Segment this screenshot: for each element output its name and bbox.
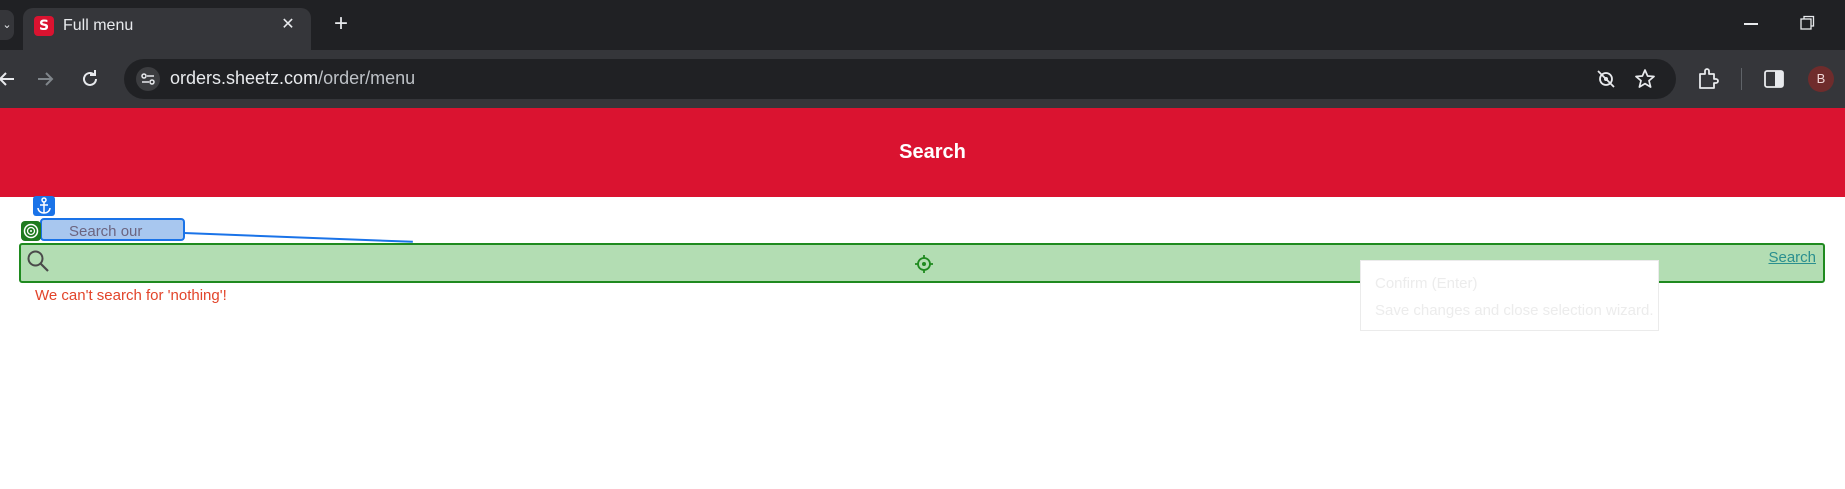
forward-button[interactable]	[28, 62, 62, 96]
url-host: orders.sheetz.com	[170, 68, 319, 88]
tab-strip: ⌄ S Full menu ✕ +	[0, 0, 1845, 50]
error-message: We can't search for 'nothing'!	[35, 287, 227, 304]
address-bar[interactable]: orders.sheetz.com/order/menu	[124, 59, 1676, 99]
tab-close-icon[interactable]: ✕	[277, 14, 299, 36]
sheetz-favicon-icon: S	[34, 16, 54, 36]
tracking-protection-icon	[1597, 70, 1615, 88]
tooltip-title: Confirm (Enter)	[1375, 275, 1478, 292]
confirm-tooltip: Confirm (Enter) Save changes and close s…	[1360, 260, 1659, 331]
tab-full-menu[interactable]: S Full menu ✕	[23, 8, 311, 50]
page-title: Search	[899, 141, 966, 163]
tracking-protection-button[interactable]	[1594, 67, 1618, 91]
search-icon	[25, 248, 51, 274]
extensions-button[interactable]	[1695, 66, 1721, 92]
side-panel-button[interactable]	[1761, 66, 1787, 92]
bookmark-button[interactable]	[1633, 67, 1657, 91]
bookmark-star-icon	[1635, 69, 1655, 88]
back-button[interactable]	[0, 62, 24, 96]
site-info-icon	[141, 73, 155, 85]
side-panel-icon	[1764, 70, 1784, 88]
page-header: Search	[0, 108, 1845, 197]
anchor-icon	[37, 197, 51, 214]
target-icon	[23, 223, 39, 239]
reload-icon	[83, 70, 97, 86]
search-label-highlight: Search our menu	[40, 218, 185, 257]
label-connector-line	[183, 232, 413, 243]
back-icon	[0, 72, 14, 86]
restore-window-button[interactable]	[1796, 12, 1818, 34]
tooltip-description: Save changes and close selection wizard.	[1375, 302, 1654, 319]
toolbar-divider	[1741, 68, 1742, 90]
minimize-window-button[interactable]	[1740, 12, 1762, 34]
crosshair-icon[interactable]	[914, 254, 934, 274]
site-info-button[interactable]	[136, 67, 160, 91]
extensions-icon	[1699, 68, 1719, 89]
anchor-badge[interactable]	[33, 196, 55, 216]
profile-avatar[interactable]: B	[1808, 66, 1834, 92]
restore-icon	[1800, 15, 1815, 30]
reload-button[interactable]	[73, 62, 107, 96]
browser-toolbar: orders.sheetz.com/order/menu B	[0, 50, 1845, 108]
forward-icon	[38, 72, 54, 86]
search-button[interactable]: Search	[1768, 249, 1816, 266]
tab-title: Full menu	[63, 17, 134, 34]
tab-search-button[interactable]: ⌄	[0, 10, 14, 40]
new-tab-button[interactable]: +	[328, 12, 354, 38]
url-text[interactable]: orders.sheetz.com/order/menu	[170, 68, 415, 89]
url-path: /order/menu	[318, 68, 416, 88]
target-badge[interactable]	[21, 221, 41, 241]
